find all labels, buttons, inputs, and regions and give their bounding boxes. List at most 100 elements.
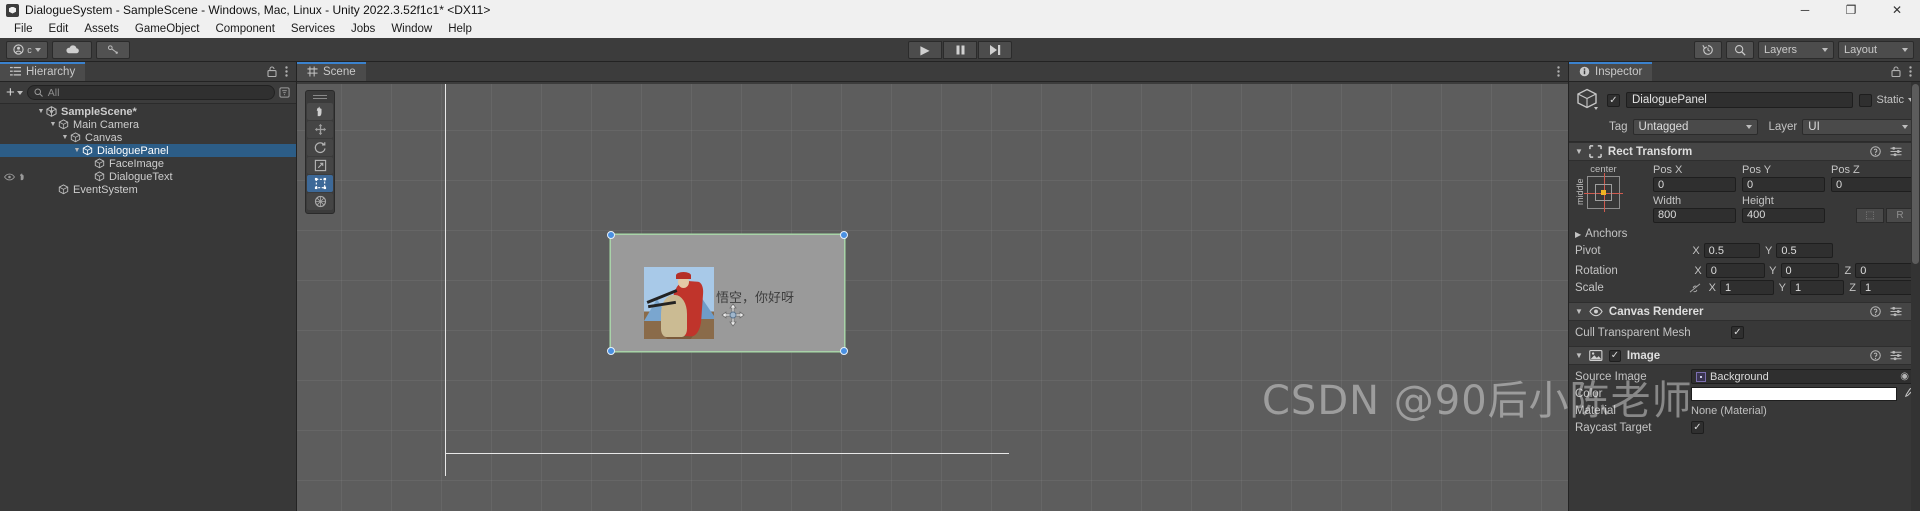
hierarchy-item-faceimage[interactable]: FaceImage [0, 157, 296, 170]
search-button[interactable] [1726, 40, 1754, 59]
hierarchy-search-input[interactable]: All [26, 85, 275, 100]
foldout-expanded-icon[interactable]: ▼ [48, 121, 58, 128]
inspector-scrollbar-thumb[interactable] [1912, 84, 1919, 264]
menu-item-services[interactable]: Services [283, 20, 343, 38]
play-button[interactable]: ▶ [908, 40, 942, 59]
hierarchy-lock-icon[interactable] [267, 66, 277, 77]
anchor-preset-box[interactable]: middle center [1575, 164, 1645, 225]
move-tool-button[interactable] [307, 121, 333, 138]
scale-link-icon[interactable] [1689, 283, 1701, 293]
foldout-expanded-icon[interactable]: ▼ [36, 108, 46, 115]
anchors-foldout[interactable]: ▶ Anchors [1575, 228, 1914, 240]
face-image-sprite[interactable] [644, 267, 714, 339]
gameobject-enabled-checkbox[interactable]: ✓ [1607, 93, 1620, 107]
scale-z-input[interactable]: 1 [1860, 280, 1914, 295]
pos-z-input[interactable]: 0 [1831, 177, 1914, 192]
cloud-button[interactable] [52, 40, 92, 59]
hierarchy-filter-icon[interactable] [279, 87, 290, 98]
component-header-rect-transform[interactable]: ▼ Rect Transform [1569, 142, 1920, 161]
close-button[interactable]: ✕ [1874, 0, 1920, 20]
object-picker-icon[interactable]: ◉ [1900, 371, 1909, 382]
resize-handle-tl[interactable] [607, 231, 615, 239]
image-enabled-checkbox[interactable]: ✓ [1608, 349, 1621, 362]
pivot-y-input[interactable]: 0.5 [1776, 243, 1834, 258]
static-checkbox[interactable]: ✓ [1859, 93, 1873, 107]
inspector-scrollbar[interactable] [1911, 82, 1920, 511]
hierarchy-item-eventsystem[interactable]: EventSystem [0, 183, 296, 196]
rect-transform-foldout-icon[interactable]: ▼ [1575, 147, 1583, 156]
cull-transparent-mesh-checkbox[interactable]: ✓ [1731, 326, 1744, 339]
tools-drag-handle[interactable] [313, 94, 327, 100]
color-swatch[interactable] [1691, 386, 1897, 401]
hierarchy-tree[interactable]: ▼ SampleScene* ▼ Main Camera ▼ Canvas ▼ Dialogu… [0, 104, 296, 511]
collab-button[interactable] [96, 40, 130, 59]
step-button[interactable] [978, 40, 1012, 59]
dialogue-panel-rect[interactable]: 悟空，你好呀 [607, 231, 848, 355]
hierarchy-item-main camera[interactable]: ▼ Main Camera [0, 118, 296, 131]
component-header-canvas-renderer[interactable]: ▼ Canvas Renderer [1569, 302, 1920, 321]
scene-kebab-menu-icon[interactable] [1557, 66, 1560, 77]
resize-handle-bl[interactable] [607, 347, 615, 355]
scale-tool-button[interactable] [307, 157, 333, 174]
height-input[interactable]: 400 [1742, 207, 1825, 223]
gameobject-name-input[interactable]: DialoguePanel [1626, 92, 1854, 108]
hierarchy-kebab-menu-icon[interactable] [285, 66, 288, 77]
move-gizmo-icon[interactable] [721, 303, 745, 327]
preset-icon[interactable] [1890, 306, 1902, 317]
inspector-kebab-menu-icon[interactable] [1909, 66, 1912, 77]
layout-dropdown[interactable]: Layout [1838, 40, 1914, 59]
help-icon[interactable] [1870, 146, 1881, 157]
tab-scene[interactable]: Scene [297, 62, 366, 81]
component-header-image[interactable]: ▼ ✓ Image [1569, 346, 1920, 365]
rotation-x-input[interactable]: 0 [1705, 263, 1765, 278]
foldout-expanded-icon[interactable]: ▼ [60, 134, 70, 141]
resize-handle-tr[interactable] [840, 231, 848, 239]
anchor-preset-widget[interactable] [1584, 173, 1623, 212]
preset-icon[interactable] [1890, 350, 1902, 361]
help-icon[interactable] [1870, 350, 1881, 361]
menu-item-file[interactable]: File [6, 20, 41, 38]
scale-y-input[interactable]: 1 [1790, 280, 1844, 295]
hand-tool-button[interactable] [307, 103, 333, 120]
help-icon[interactable] [1870, 306, 1881, 317]
source-image-object-field[interactable]: Background ◉ [1691, 369, 1914, 384]
maximize-button[interactable]: ❐ [1828, 0, 1874, 20]
tab-hierarchy[interactable]: Hierarchy [0, 62, 86, 81]
tab-inspector[interactable]: Inspector [1569, 62, 1653, 81]
inspector-lock-icon[interactable] [1891, 66, 1901, 77]
layer-dropdown[interactable]: UI [1802, 119, 1914, 135]
hierarchy-item-canvas[interactable]: ▼ Canvas [0, 131, 296, 144]
menu-item-help[interactable]: Help [440, 20, 480, 38]
raw-edit-button[interactable]: R [1886, 208, 1914, 223]
resize-handle-br[interactable] [840, 347, 848, 355]
scale-x-input[interactable]: 1 [1720, 280, 1774, 295]
rect-tool-button[interactable] [307, 175, 333, 192]
material-value[interactable]: None (Material) [1691, 405, 1914, 417]
pivot-x-input[interactable]: 0.5 [1703, 243, 1761, 258]
layers-dropdown[interactable]: Layers [1758, 40, 1834, 59]
hierarchy-item-dialoguetext[interactable]: DialogueText [0, 170, 296, 183]
minimize-button[interactable]: ─ [1782, 0, 1828, 20]
transform-tool-button[interactable] [307, 193, 333, 210]
preset-icon[interactable] [1890, 146, 1902, 157]
pause-button[interactable] [943, 40, 977, 59]
raycast-target-checkbox[interactable]: ✓ [1691, 421, 1704, 434]
menu-item-window[interactable]: Window [383, 20, 440, 38]
hierarchy-item-samplescene[interactable]: ▼ SampleScene* [0, 105, 296, 118]
visibility-toggle-column[interactable] [0, 172, 36, 181]
pos-y-input[interactable]: 0 [1742, 177, 1825, 192]
rotate-tool-button[interactable] [307, 139, 333, 156]
width-input[interactable]: 800 [1653, 207, 1736, 223]
rotation-y-input[interactable]: 0 [1780, 263, 1840, 278]
canvas-renderer-foldout-icon[interactable]: ▼ [1575, 307, 1583, 316]
undo-history-button[interactable] [1694, 40, 1722, 59]
rotation-z-input[interactable]: 0 [1855, 263, 1914, 278]
hierarchy-item-dialoguepanel[interactable]: ▼ DialoguePanel [0, 144, 296, 157]
scene-viewport[interactable]: 悟空，你好呀 [297, 84, 1568, 511]
menu-item-gameobject[interactable]: GameObject [127, 20, 208, 38]
menu-item-jobs[interactable]: Jobs [343, 20, 383, 38]
foldout-expanded-icon[interactable]: ▼ [72, 147, 82, 154]
menu-item-component[interactable]: Component [207, 20, 282, 38]
tag-dropdown[interactable]: Untagged [1632, 119, 1758, 135]
menu-item-edit[interactable]: Edit [41, 20, 77, 38]
